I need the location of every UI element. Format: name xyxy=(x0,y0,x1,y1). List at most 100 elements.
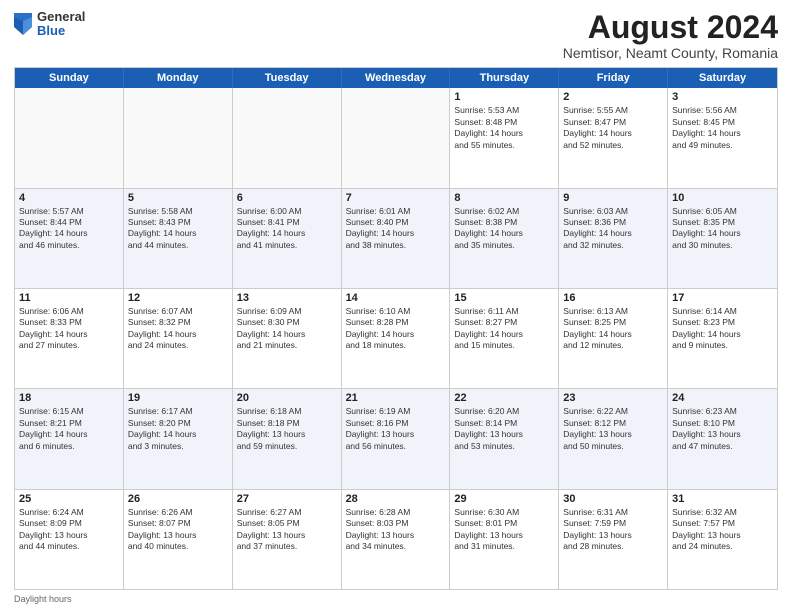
day-number: 5 xyxy=(128,192,228,204)
day-info: Sunrise: 6:17 AM Sunset: 8:20 PM Dayligh… xyxy=(128,406,228,452)
day-info: Sunrise: 6:32 AM Sunset: 7:57 PM Dayligh… xyxy=(672,507,773,553)
day-cell-22: 22 Sunrise: 6:20 AM Sunset: 8:14 PM Dayli… xyxy=(450,389,559,488)
day-info: Sunrise: 6:01 AM Sunset: 8:40 PM Dayligh… xyxy=(346,206,446,252)
day-number: 26 xyxy=(128,493,228,505)
calendar-body: 1 Sunrise: 5:53 AM Sunset: 8:48 PM Daylig… xyxy=(15,88,777,589)
calendar-week-5: 25 Sunrise: 6:24 AM Sunset: 8:09 PM Dayli… xyxy=(15,490,777,589)
day-cell-19: 19Sunrise: 6:17 AM Sunset: 8:20 PM Dayli… xyxy=(124,389,233,488)
day-info: Sunrise: 5:58 AM Sunset: 8:43 PM Dayligh… xyxy=(128,206,228,252)
day-info: Sunrise: 6:05 AM Sunset: 8:35 PM Dayligh… xyxy=(672,206,773,252)
day-cell-25: 25 Sunrise: 6:24 AM Sunset: 8:09 PM Dayli… xyxy=(15,490,124,589)
day-header-sunday: Sunday xyxy=(15,68,124,88)
title-block: August 2024 Nemtisor, Neamt County, Roma… xyxy=(563,10,778,61)
day-info: Sunrise: 6:07 AM Sunset: 8:32 PM Dayligh… xyxy=(128,306,228,352)
day-header-monday: Monday xyxy=(124,68,233,88)
day-number: 13 xyxy=(237,292,337,304)
page: General Blue August 2024 Nemtisor, Neamt… xyxy=(0,0,792,612)
day-info: Sunrise: 6:14 AM Sunset: 8:23 PM Dayligh… xyxy=(672,306,773,352)
day-cell-3: 3 Sunrise: 5:56 AM Sunset: 8:45 PM Daylig… xyxy=(668,88,777,187)
day-info: Sunrise: 6:11 AM Sunset: 8:27 PM Dayligh… xyxy=(454,306,554,352)
day-info: Sunrise: 6:18 AM Sunset: 8:18 PM Dayligh… xyxy=(237,406,337,452)
day-cell-24: 24 Sunrise: 6:23 AM Sunset: 8:10 PM Dayli… xyxy=(668,389,777,488)
day-number: 24 xyxy=(672,392,773,404)
day-info: Sunrise: 6:26 AM Sunset: 8:07 PM Dayligh… xyxy=(128,507,228,553)
day-info: Sunrise: 6:03 AM Sunset: 8:36 PM Dayligh… xyxy=(563,206,663,252)
day-info: Sunrise: 5:57 AM Sunset: 8:44 PM Dayligh… xyxy=(19,206,119,252)
logo: General Blue xyxy=(14,10,85,39)
day-info: Sunrise: 6:24 AM Sunset: 8:09 PM Dayligh… xyxy=(19,507,119,553)
logo-blue-text: Blue xyxy=(37,24,85,38)
day-info: Sunrise: 6:27 AM Sunset: 8:05 PM Dayligh… xyxy=(237,507,337,553)
day-number: 28 xyxy=(346,493,446,505)
day-number: 9 xyxy=(563,192,663,204)
day-number: 17 xyxy=(672,292,773,304)
day-cell-15: 15 Sunrise: 6:11 AM Sunset: 8:27 PM Dayli… xyxy=(450,289,559,388)
day-info: Sunrise: 6:13 AM Sunset: 8:25 PM Dayligh… xyxy=(563,306,663,352)
day-cell-14: 14Sunrise: 6:10 AM Sunset: 8:28 PM Dayli… xyxy=(342,289,451,388)
day-cell-31: 31Sunrise: 6:32 AM Sunset: 7:57 PM Dayli… xyxy=(668,490,777,589)
day-header-tuesday: Tuesday xyxy=(233,68,342,88)
month-title: August 2024 xyxy=(563,10,778,45)
calendar-week-3: 11 Sunrise: 6:06 AM Sunset: 8:33 PM Dayli… xyxy=(15,289,777,389)
day-cell-17: 17 Sunrise: 6:14 AM Sunset: 8:23 PM Dayli… xyxy=(668,289,777,388)
day-number: 16 xyxy=(563,292,663,304)
day-cell-26: 26 Sunrise: 6:26 AM Sunset: 8:07 PM Dayli… xyxy=(124,490,233,589)
day-header-thursday: Thursday xyxy=(450,68,559,88)
day-info: Sunrise: 6:10 AM Sunset: 8:28 PM Dayligh… xyxy=(346,306,446,352)
day-info: Sunrise: 6:22 AM Sunset: 8:12 PM Dayligh… xyxy=(563,406,663,452)
day-info: Sunrise: 6:02 AM Sunset: 8:38 PM Dayligh… xyxy=(454,206,554,252)
day-info: Sunrise: 5:53 AM Sunset: 8:48 PM Dayligh… xyxy=(454,105,554,151)
header: General Blue August 2024 Nemtisor, Neamt… xyxy=(14,10,778,61)
day-info: Sunrise: 5:56 AM Sunset: 8:45 PM Dayligh… xyxy=(672,105,773,151)
day-number: 25 xyxy=(19,493,119,505)
day-info: Sunrise: 6:31 AM Sunset: 7:59 PM Dayligh… xyxy=(563,507,663,553)
day-cell-9: 9 Sunrise: 6:03 AM Sunset: 8:36 PM Daylig… xyxy=(559,189,668,288)
day-number: 3 xyxy=(672,91,773,103)
day-info: Sunrise: 6:20 AM Sunset: 8:14 PM Dayligh… xyxy=(454,406,554,452)
day-cell-12: 12Sunrise: 6:07 AM Sunset: 8:32 PM Dayli… xyxy=(124,289,233,388)
day-number: 29 xyxy=(454,493,554,505)
day-header-saturday: Saturday xyxy=(668,68,777,88)
day-cell-1: 1 Sunrise: 5:53 AM Sunset: 8:48 PM Daylig… xyxy=(450,88,559,187)
location-subtitle: Nemtisor, Neamt County, Romania xyxy=(563,45,778,61)
day-number: 2 xyxy=(563,91,663,103)
day-number: 6 xyxy=(237,192,337,204)
day-info: Sunrise: 6:15 AM Sunset: 8:21 PM Dayligh… xyxy=(19,406,119,452)
day-number: 30 xyxy=(563,493,663,505)
day-info: Sunrise: 6:28 AM Sunset: 8:03 PM Dayligh… xyxy=(346,507,446,553)
empty-cell xyxy=(15,88,124,187)
day-cell-6: 6Sunrise: 6:00 AM Sunset: 8:41 PM Daylig… xyxy=(233,189,342,288)
day-cell-11: 11 Sunrise: 6:06 AM Sunset: 8:33 PM Dayli… xyxy=(15,289,124,388)
day-cell-8: 8 Sunrise: 6:02 AM Sunset: 8:38 PM Daylig… xyxy=(450,189,559,288)
day-info: Sunrise: 6:19 AM Sunset: 8:16 PM Dayligh… xyxy=(346,406,446,452)
day-number: 21 xyxy=(346,392,446,404)
day-cell-16: 16 Sunrise: 6:13 AM Sunset: 8:25 PM Dayli… xyxy=(559,289,668,388)
day-cell-30: 30 Sunrise: 6:31 AM Sunset: 7:59 PM Dayli… xyxy=(559,490,668,589)
day-cell-10: 10Sunrise: 6:05 AM Sunset: 8:35 PM Dayli… xyxy=(668,189,777,288)
day-number: 27 xyxy=(237,493,337,505)
logo-general-text: General xyxy=(37,10,85,24)
day-cell-4: 4Sunrise: 5:57 AM Sunset: 8:44 PM Daylig… xyxy=(15,189,124,288)
footer-note: Daylight hours xyxy=(14,594,778,604)
day-info: Sunrise: 6:06 AM Sunset: 8:33 PM Dayligh… xyxy=(19,306,119,352)
day-cell-2: 2Sunrise: 5:55 AM Sunset: 8:47 PM Daylig… xyxy=(559,88,668,187)
day-number: 22 xyxy=(454,392,554,404)
day-cell-13: 13 Sunrise: 6:09 AM Sunset: 8:30 PM Dayli… xyxy=(233,289,342,388)
day-number: 1 xyxy=(454,91,554,103)
day-cell-21: 21 Sunrise: 6:19 AM Sunset: 8:16 PM Dayli… xyxy=(342,389,451,488)
day-cell-28: 28 Sunrise: 6:28 AM Sunset: 8:03 PM Dayli… xyxy=(342,490,451,589)
day-number: 8 xyxy=(454,192,554,204)
calendar-header: SundayMondayTuesdayWednesdayThursdayFrid… xyxy=(15,68,777,88)
day-cell-5: 5 Sunrise: 5:58 AM Sunset: 8:43 PM Daylig… xyxy=(124,189,233,288)
day-number: 11 xyxy=(19,292,119,304)
day-cell-29: 29Sunrise: 6:30 AM Sunset: 8:01 PM Dayli… xyxy=(450,490,559,589)
calendar: SundayMondayTuesdayWednesdayThursdayFrid… xyxy=(14,67,778,590)
day-cell-20: 20 Sunrise: 6:18 AM Sunset: 8:18 PM Dayli… xyxy=(233,389,342,488)
calendar-week-4: 18Sunrise: 6:15 AM Sunset: 8:21 PM Dayli… xyxy=(15,389,777,489)
day-number: 20 xyxy=(237,392,337,404)
day-info: Sunrise: 6:23 AM Sunset: 8:10 PM Dayligh… xyxy=(672,406,773,452)
logo-text: General Blue xyxy=(37,10,85,39)
day-number: 15 xyxy=(454,292,554,304)
logo-icon xyxy=(14,13,32,35)
day-info: Sunrise: 6:09 AM Sunset: 8:30 PM Dayligh… xyxy=(237,306,337,352)
